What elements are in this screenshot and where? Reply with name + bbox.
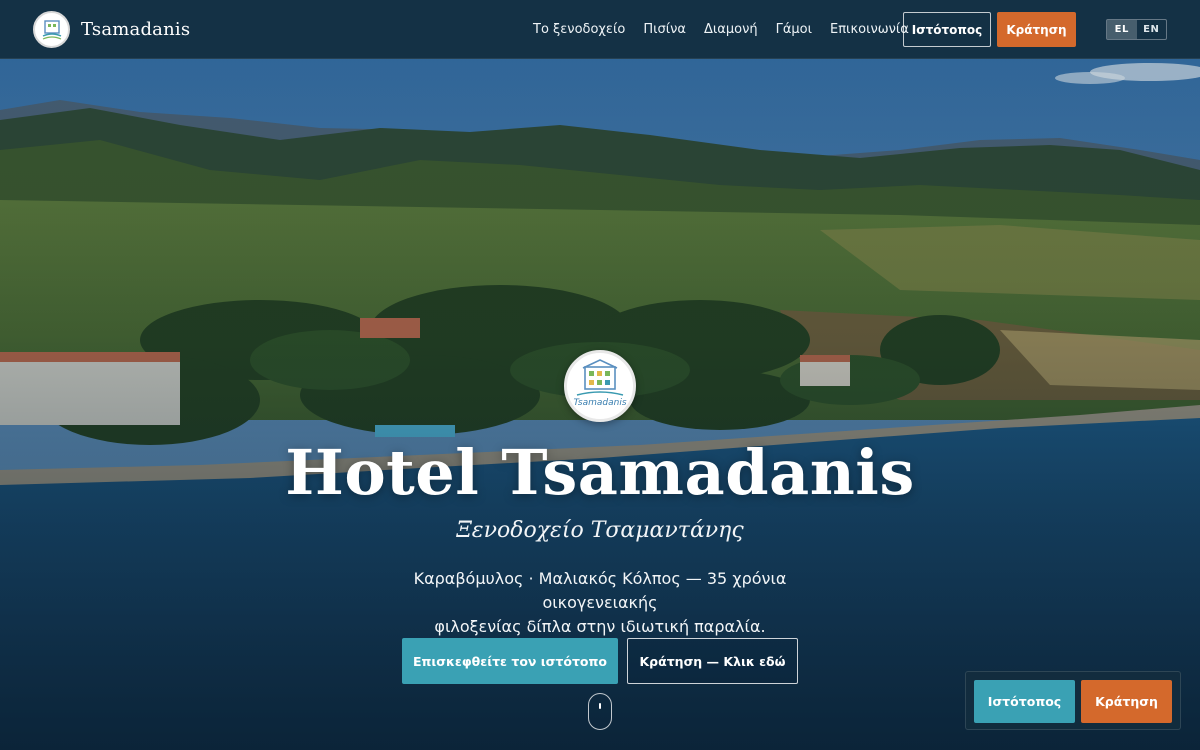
main-nav: Το ξενοδοχείο Πισίνα Διαμονή Γάμοι Επικο… bbox=[533, 0, 909, 59]
visit-website-button[interactable]: Επισκεφθείτε τον ιστότοπο bbox=[402, 638, 618, 684]
book-now-button[interactable]: Κράτηση — Κλικ εδώ bbox=[627, 638, 798, 684]
sticky-booking-button[interactable]: Κράτηση bbox=[1081, 680, 1172, 723]
hotel-logo-icon: Tsamadanis bbox=[573, 359, 627, 408]
nav-link-hotel[interactable]: Το ξενοδοχείο bbox=[533, 22, 625, 37]
logo-lettering: Tsamadanis bbox=[573, 398, 626, 408]
language-el[interactable]: EL bbox=[1107, 20, 1137, 39]
nav-link-contact[interactable]: Επικοινωνία bbox=[830, 22, 909, 37]
nav-link-stay[interactable]: Διαμονή bbox=[704, 22, 758, 37]
hero-subtitle: Ξενοδοχείο Τσαμαντάνης bbox=[456, 518, 744, 543]
hero-description: Καραβόμυλος · Μαλιακός Κόλπος — 35 χρόνι… bbox=[370, 567, 830, 639]
scroll-wheel-dot bbox=[599, 703, 601, 709]
nav-link-weddings[interactable]: Γάμοι bbox=[776, 22, 812, 37]
booking-button[interactable]: Κράτηση bbox=[997, 12, 1076, 47]
sticky-website-button[interactable]: Ιστότοπος bbox=[974, 680, 1075, 723]
hero-logo-badge: Tsamadanis bbox=[564, 350, 636, 422]
language-en[interactable]: EN bbox=[1137, 20, 1167, 39]
language-switcher: EL EN bbox=[1106, 19, 1167, 40]
brand[interactable]: Tsamadanis bbox=[33, 11, 190, 48]
hotel-logo-icon bbox=[33, 11, 70, 48]
hero-description-line-2: φιλοξενίας δίπλα στην ιδιωτική παραλία. bbox=[434, 617, 766, 636]
mouse-scroll-icon[interactable] bbox=[588, 693, 612, 730]
brand-name: Tsamadanis bbox=[81, 19, 191, 40]
sticky-action-bar: Ιστότοπος Κράτηση bbox=[965, 671, 1181, 730]
hero-description-line-1: Καραβόμυλος · Μαλιακός Κόλπος — 35 χρόνι… bbox=[413, 569, 787, 612]
website-button[interactable]: Ιστότοπος bbox=[903, 12, 991, 47]
nav-link-pool[interactable]: Πισίνα bbox=[643, 22, 686, 37]
hero-title: Hotel Tsamadanis bbox=[285, 436, 915, 509]
top-navbar: Tsamadanis Το ξενοδοχείο Πισίνα Διαμονή … bbox=[0, 0, 1200, 59]
